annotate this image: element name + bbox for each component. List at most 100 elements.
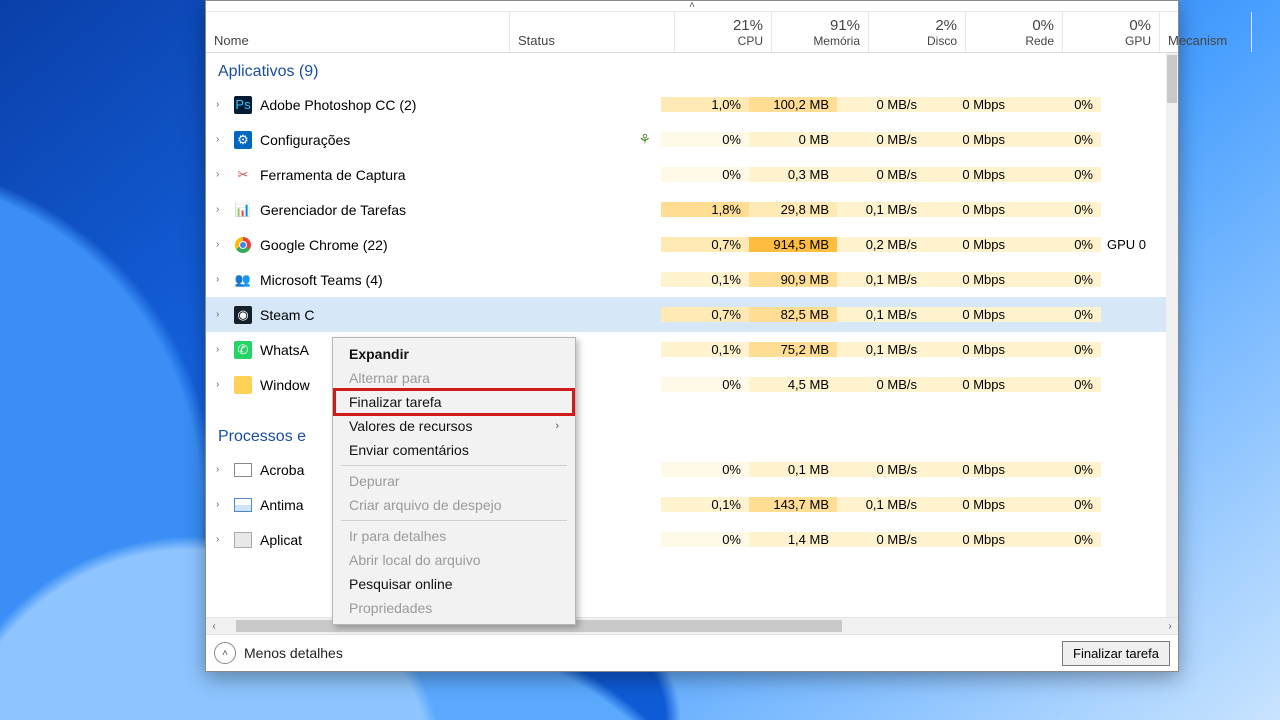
menu-resource-values[interactable]: Valores de recursos› bbox=[335, 414, 573, 438]
process-row-settings[interactable]: ›⚙Configurações ⚘ 0% 0 MB 0 MB/s 0 Mbps … bbox=[206, 122, 1166, 157]
header-status-label: Status bbox=[518, 33, 666, 48]
cell-gpu: 0% bbox=[1013, 462, 1101, 477]
process-row-teams[interactable]: ›👥Microsoft Teams (4) 0,1% 90,9 MB 0,1 M… bbox=[206, 262, 1166, 297]
scissors-icon: ✂ bbox=[234, 166, 252, 184]
cell-gpu: 0% bbox=[1013, 497, 1101, 512]
expand-icon[interactable]: › bbox=[216, 379, 226, 390]
menu-expand[interactable]: Expandir bbox=[335, 342, 573, 366]
expand-icon[interactable]: › bbox=[216, 344, 226, 355]
cell-mem: 143,7 MB bbox=[749, 497, 837, 512]
cell-net: 0 Mbps bbox=[925, 377, 1013, 392]
expand-icon[interactable]: › bbox=[216, 309, 226, 320]
collapse-up-icon[interactable]: ˄ bbox=[206, 1, 1178, 12]
menu-feedback[interactable]: Enviar comentários bbox=[335, 438, 573, 462]
header-gpu-pct: 0% bbox=[1129, 17, 1151, 34]
menu-search-label: Pesquisar online bbox=[349, 576, 453, 592]
expand-icon[interactable]: › bbox=[216, 99, 226, 110]
end-task-label: Finalizar tarefa bbox=[1073, 646, 1159, 661]
cell-net: 0 Mbps bbox=[925, 202, 1013, 217]
menu-dump-label: Criar arquivo de despejo bbox=[349, 497, 502, 513]
acrobat-icon bbox=[234, 461, 252, 479]
process-row-taskmanager[interactable]: ›📊Gerenciador de Tarefas 1,8% 29,8 MB 0,… bbox=[206, 192, 1166, 227]
cell-gpu: 0% bbox=[1013, 532, 1101, 547]
column-header-row: Nome Status 21%CPU 91%Memória 2%Disco 0%… bbox=[206, 12, 1178, 53]
process-name: Gerenciador de Tarefas bbox=[260, 202, 406, 218]
fewer-details-button[interactable]: ˄ Menos detalhes bbox=[214, 642, 343, 664]
expand-icon[interactable]: › bbox=[216, 499, 226, 510]
cell-mem: 1,4 MB bbox=[749, 532, 837, 547]
menu-debug-label: Depurar bbox=[349, 473, 400, 489]
scroll-left-icon[interactable]: ‹ bbox=[206, 621, 222, 632]
cell-net: 0 Mbps bbox=[925, 237, 1013, 252]
cell-gpu: 0% bbox=[1013, 342, 1101, 357]
header-mem-label: Memória bbox=[813, 34, 860, 48]
process-row-chrome[interactable]: ›Google Chrome (22) 0,7% 914,5 MB 0,2 MB… bbox=[206, 227, 1166, 262]
cell-cpu: 0% bbox=[661, 132, 749, 147]
cell-mem: 0 MB bbox=[749, 132, 837, 147]
context-menu: Expandir Alternar para Finalizar tarefa … bbox=[332, 337, 576, 625]
group-apps[interactable]: Aplicativos (9) bbox=[206, 53, 1166, 87]
process-name: Adobe Photoshop CC (2) bbox=[260, 97, 416, 113]
cell-net: 0 Mbps bbox=[925, 272, 1013, 287]
cell-mem: 914,5 MB bbox=[749, 237, 837, 252]
process-name: Acroba bbox=[260, 462, 304, 478]
menu-separator bbox=[341, 520, 567, 521]
process-name: Antima bbox=[260, 497, 304, 513]
menu-search-online[interactable]: Pesquisar online bbox=[335, 572, 573, 596]
expand-icon[interactable]: › bbox=[216, 169, 226, 180]
process-row-photoshop[interactable]: ›PsAdobe Photoshop CC (2) 1,0% 100,2 MB … bbox=[206, 87, 1166, 122]
cell-disk: 0 MB/s bbox=[837, 167, 925, 182]
end-task-button[interactable]: Finalizar tarefa bbox=[1062, 641, 1170, 666]
cell-net: 0 Mbps bbox=[925, 497, 1013, 512]
menu-values-label: Valores de recursos bbox=[349, 418, 472, 434]
process-name: Aplicat bbox=[260, 532, 302, 548]
antimalware-icon bbox=[234, 496, 252, 514]
process-row-steam[interactable]: ›◉Steam C 0,7% 82,5 MB 0,1 MB/s 0 Mbps 0… bbox=[206, 297, 1166, 332]
cell-cpu: 0% bbox=[661, 167, 749, 182]
column-header-gpu-engine[interactable]: Mecanism bbox=[1160, 12, 1252, 52]
column-header-cpu[interactable]: 21%CPU bbox=[675, 12, 772, 52]
scrollbar-thumb[interactable] bbox=[1167, 55, 1177, 103]
expand-icon[interactable]: › bbox=[216, 534, 226, 545]
footer-bar: ˄ Menos detalhes Finalizar tarefa bbox=[206, 634, 1178, 671]
expand-icon[interactable]: › bbox=[216, 274, 226, 285]
header-cpu-label: CPU bbox=[738, 34, 763, 48]
cell-disk: 0,1 MB/s bbox=[837, 307, 925, 322]
cell-cpu: 0,7% bbox=[661, 237, 749, 252]
steam-icon: ◉ bbox=[234, 306, 252, 324]
expand-icon[interactable]: › bbox=[216, 134, 226, 145]
menu-open-location: Abrir local do arquivo bbox=[335, 548, 573, 572]
column-header-name[interactable]: Nome bbox=[206, 12, 510, 52]
group-apps-label: Aplicativos (9) bbox=[218, 63, 318, 80]
vertical-scrollbar[interactable] bbox=[1166, 53, 1178, 617]
menu-details: Ir para detalhes bbox=[335, 524, 573, 548]
cell-gpu: 0% bbox=[1013, 237, 1101, 252]
cell-cpu: 0,1% bbox=[661, 272, 749, 287]
column-header-gpu[interactable]: 0%GPU bbox=[1063, 12, 1160, 52]
process-name: Window bbox=[260, 377, 310, 393]
menu-end-task[interactable]: Finalizar tarefa bbox=[335, 390, 573, 414]
cell-cpu: 0% bbox=[661, 532, 749, 547]
expand-icon[interactable]: › bbox=[216, 204, 226, 215]
cell-cpu: 0,1% bbox=[661, 342, 749, 357]
header-disk-label: Disco bbox=[927, 34, 957, 48]
expand-icon[interactable]: › bbox=[216, 464, 226, 475]
chevron-up-icon: ˄ bbox=[214, 642, 236, 664]
scroll-right-icon[interactable]: › bbox=[1162, 621, 1178, 632]
cell-gpu: 0% bbox=[1013, 97, 1101, 112]
folder-icon bbox=[234, 376, 252, 394]
group-background-label: Processos e bbox=[218, 428, 306, 445]
cell-cpu: 0% bbox=[661, 462, 749, 477]
column-header-disk[interactable]: 2%Disco bbox=[869, 12, 966, 52]
column-header-status[interactable]: Status bbox=[510, 12, 675, 52]
teams-icon: 👥 bbox=[234, 271, 252, 289]
process-row-snipping[interactable]: ›✂Ferramenta de Captura 0% 0,3 MB 0 MB/s… bbox=[206, 157, 1166, 192]
expand-icon[interactable]: › bbox=[216, 239, 226, 250]
menu-dump: Criar arquivo de despejo bbox=[335, 493, 573, 517]
process-name: Google Chrome (22) bbox=[260, 237, 388, 253]
cell-cpu: 0,7% bbox=[661, 307, 749, 322]
header-name-label: Nome bbox=[214, 33, 501, 48]
column-header-network[interactable]: 0%Rede bbox=[966, 12, 1063, 52]
cell-net: 0 Mbps bbox=[925, 167, 1013, 182]
column-header-memory[interactable]: 91%Memória bbox=[772, 12, 869, 52]
